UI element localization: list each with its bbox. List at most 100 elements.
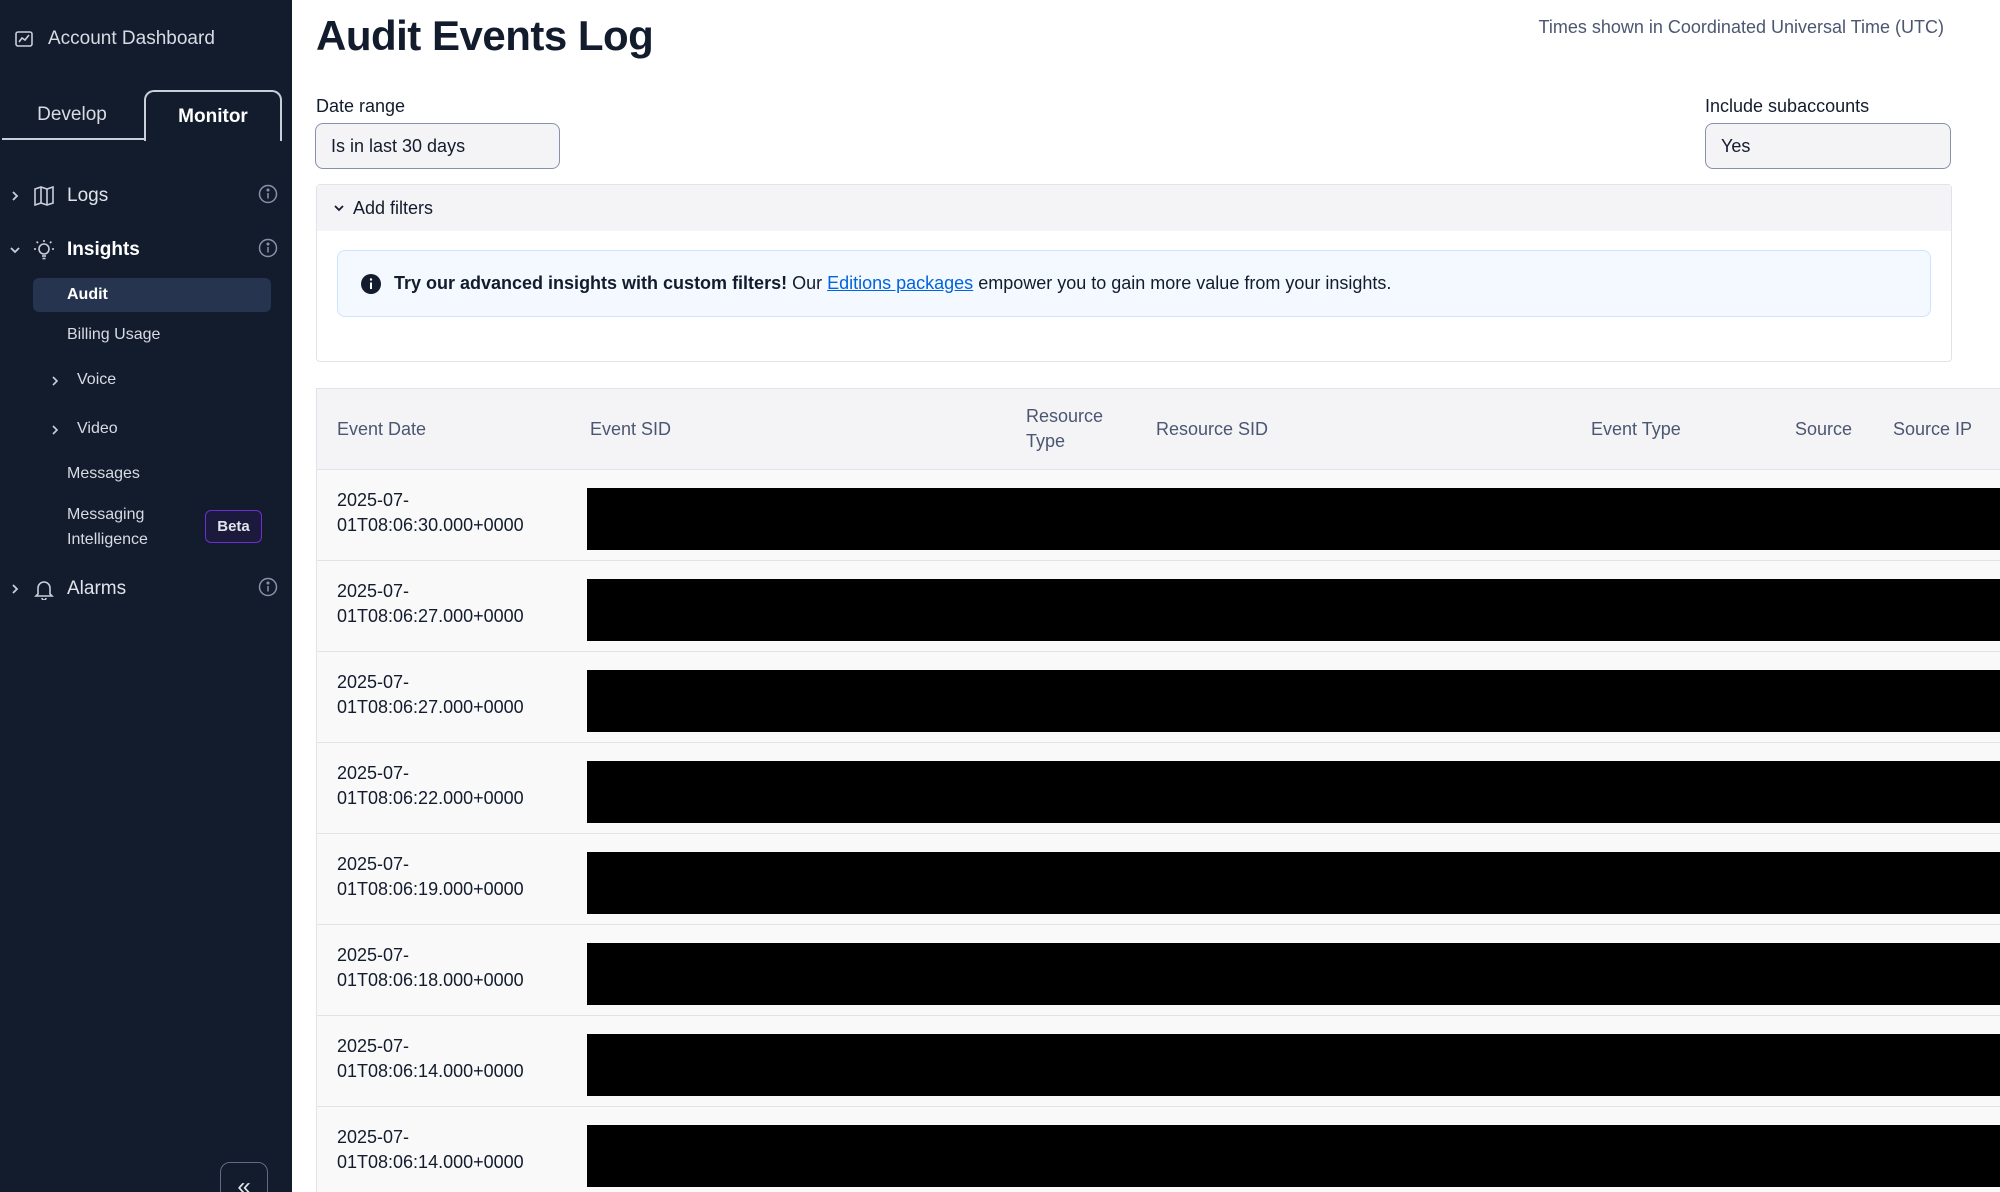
sidebar: Account Dashboard Develop Monitor Logs I… bbox=[0, 0, 292, 1192]
tab-monitor[interactable]: Monitor bbox=[144, 90, 282, 141]
column-header-label: Resource bbox=[1026, 406, 1104, 426]
account-dashboard-link[interactable]: Account Dashboard bbox=[14, 28, 215, 50]
table-row[interactable]: 2025-07- 01T08:06:30.000+0000 bbox=[317, 470, 2000, 561]
collapse-sidebar-button[interactable]: « bbox=[220, 1162, 268, 1192]
event-date-cell: 2025-07- 01T08:06:27.000+0000 bbox=[337, 579, 567, 629]
sidebar-item-label: Video bbox=[77, 420, 118, 437]
date-part: 01T08:06:30.000+0000 bbox=[337, 515, 524, 535]
table-row[interactable]: 2025-07- 01T08:06:14.000+0000 bbox=[317, 1107, 2000, 1192]
sidebar-item-insights[interactable]: Insights bbox=[0, 238, 292, 262]
redacted-block bbox=[587, 579, 2000, 641]
sidebar-item-messages[interactable]: Messages bbox=[33, 457, 271, 491]
chevron-down-icon bbox=[334, 205, 344, 212]
date-part: 01T08:06:22.000+0000 bbox=[337, 788, 524, 808]
date-part: 01T08:06:27.000+0000 bbox=[337, 697, 524, 717]
tab-develop[interactable]: Develop bbox=[2, 90, 142, 140]
include-subaccounts-select[interactable]: Yes bbox=[1705, 123, 1951, 169]
redacted-block bbox=[587, 670, 2000, 732]
event-date-cell: 2025-07- 01T08:06:30.000+0000 bbox=[337, 488, 567, 538]
add-filters-label: Add filters bbox=[353, 197, 434, 218]
date-part: 2025-07- bbox=[337, 945, 410, 965]
info-icon[interactable] bbox=[258, 184, 278, 204]
table-header: Event Date Event SID Resource Type Resou… bbox=[317, 389, 2000, 470]
event-date-cell: 2025-07- 01T08:06:14.000+0000 bbox=[337, 1125, 567, 1175]
column-header-event-type[interactable]: Event Type bbox=[1591, 417, 1681, 442]
sidebar-item-label: Audit bbox=[67, 286, 108, 303]
sidebar-item-label: Billing Usage bbox=[67, 326, 161, 343]
date-part: 01T08:06:14.000+0000 bbox=[337, 1061, 524, 1081]
editions-packages-link[interactable]: Editions packages bbox=[827, 273, 973, 293]
notice-bold-text: Try our advanced insights with custom fi… bbox=[394, 273, 788, 293]
sidebar-item-audit[interactable]: Audit bbox=[33, 278, 271, 312]
chevron-down-icon bbox=[10, 247, 20, 254]
lightbulb-icon bbox=[34, 240, 54, 260]
column-header-resource-type[interactable]: Resource Type bbox=[1026, 404, 1103, 454]
sidebar-item-alarms[interactable]: Alarms bbox=[0, 577, 292, 601]
chevron-right-icon bbox=[52, 376, 59, 386]
bell-icon bbox=[34, 581, 54, 600]
column-header-label: Type bbox=[1026, 431, 1066, 451]
column-header-resource-sid[interactable]: Resource SID bbox=[1156, 417, 1268, 442]
timezone-note: Times shown in Coordinated Universal Tim… bbox=[1538, 17, 1944, 37]
table-row[interactable]: 2025-07- 01T08:06:27.000+0000 bbox=[317, 652, 2000, 743]
event-date-cell: 2025-07- 01T08:06:14.000+0000 bbox=[337, 1034, 567, 1084]
chevron-right-icon bbox=[12, 584, 19, 594]
date-part: 2025-07- bbox=[337, 1127, 410, 1147]
page-title: Audit Events Log bbox=[316, 12, 654, 59]
date-part: 01T08:06:14.000+0000 bbox=[337, 1152, 524, 1172]
notice-text-post: empower you to gain more value from your… bbox=[973, 273, 1392, 293]
sidebar-item-label: Insights bbox=[67, 239, 140, 260]
redacted-block bbox=[587, 1034, 2000, 1096]
sidebar-item-messaging-intelligence[interactable]: Messaging Intelligence bbox=[67, 502, 197, 552]
notice-text: Try our advanced insights with custom fi… bbox=[394, 273, 1391, 294]
column-header-source-ip[interactable]: Source IP bbox=[1893, 417, 1972, 442]
event-date-cell: 2025-07- 01T08:06:27.000+0000 bbox=[337, 670, 567, 720]
column-header-event-date[interactable]: Event Date bbox=[337, 417, 426, 442]
sidebar-item-logs[interactable]: Logs bbox=[0, 184, 292, 208]
sidebar-item-label: Voice bbox=[77, 371, 117, 388]
table-row[interactable]: 2025-07- 01T08:06:22.000+0000 bbox=[317, 743, 2000, 834]
date-part: 2025-07- bbox=[337, 763, 410, 783]
sidebar-item-video[interactable]: Video bbox=[0, 419, 292, 441]
date-part: 01T08:06:18.000+0000 bbox=[337, 970, 524, 990]
sidebar-item-label: Intelligence bbox=[67, 531, 148, 548]
info-icon[interactable] bbox=[258, 577, 278, 597]
table-row[interactable]: 2025-07- 01T08:06:19.000+0000 bbox=[317, 834, 2000, 925]
event-date-cell: 2025-07- 01T08:06:19.000+0000 bbox=[337, 852, 567, 902]
date-range-select[interactable]: Is in last 30 days bbox=[315, 123, 560, 169]
column-header-source[interactable]: Source bbox=[1795, 417, 1852, 442]
sidebar-item-label: Messaging bbox=[67, 506, 145, 523]
beta-badge: Beta bbox=[205, 510, 262, 543]
double-chevron-left-icon: « bbox=[237, 1173, 251, 1192]
table-row[interactable]: 2025-07- 01T08:06:14.000+0000 bbox=[317, 1016, 2000, 1107]
add-filters-toggle[interactable]: Add filters bbox=[317, 185, 1951, 231]
sidebar-item-voice[interactable]: Voice bbox=[0, 370, 292, 392]
chart-icon bbox=[15, 31, 33, 47]
info-filled-icon bbox=[361, 273, 381, 294]
event-date-cell: 2025-07- 01T08:06:18.000+0000 bbox=[337, 943, 567, 993]
sidebar-tabs: Develop Monitor bbox=[2, 90, 282, 141]
main-content: Audit Events Log Times shown in Coordina… bbox=[292, 0, 2000, 1192]
redacted-block bbox=[587, 1125, 2000, 1187]
redacted-block bbox=[587, 852, 2000, 914]
redacted-block bbox=[587, 943, 2000, 1005]
table-row[interactable]: 2025-07- 01T08:06:18.000+0000 bbox=[317, 925, 2000, 1016]
date-part: 01T08:06:27.000+0000 bbox=[337, 606, 524, 626]
date-part: 2025-07- bbox=[337, 1036, 410, 1056]
sidebar-item-label: Alarms bbox=[67, 578, 127, 599]
info-icon[interactable] bbox=[258, 238, 278, 258]
include-subaccounts-label: Include subaccounts bbox=[1705, 96, 1870, 116]
date-part: 2025-07- bbox=[337, 854, 410, 874]
date-part: 01T08:06:19.000+0000 bbox=[337, 879, 524, 899]
date-range-label: Date range bbox=[316, 96, 406, 116]
table-row[interactable]: 2025-07- 01T08:06:27.000+0000 bbox=[317, 561, 2000, 652]
redacted-block bbox=[587, 488, 2000, 550]
redacted-block bbox=[587, 761, 2000, 823]
chevron-right-icon bbox=[52, 425, 59, 435]
sidebar-item-billing-usage[interactable]: Billing Usage bbox=[33, 318, 271, 352]
filters-panel: Add filters Try our advanced insights wi… bbox=[316, 184, 1952, 362]
column-header-event-sid[interactable]: Event SID bbox=[590, 417, 671, 442]
sidebar-item-label: Logs bbox=[67, 185, 109, 206]
date-part: 2025-07- bbox=[337, 490, 410, 510]
notice-text-pre: Our bbox=[787, 273, 828, 293]
